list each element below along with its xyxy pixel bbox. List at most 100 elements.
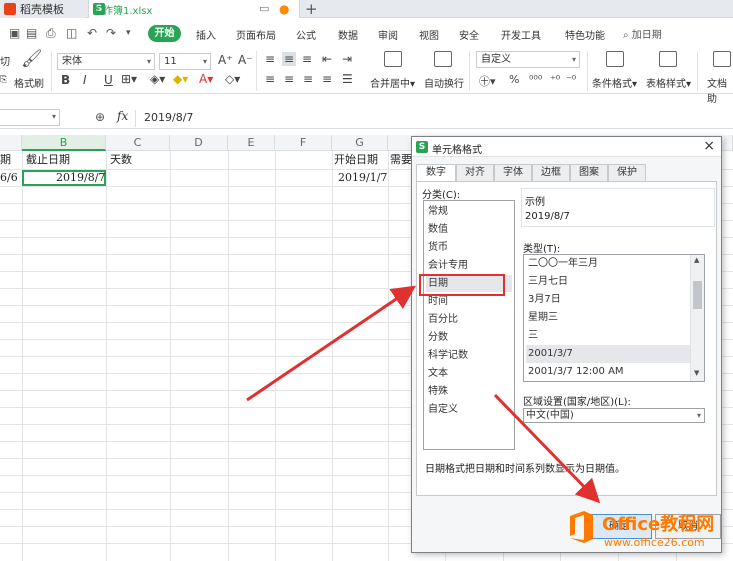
table-style-button[interactable]: 表格样式▾: [646, 75, 691, 90]
type-list[interactable]: 二〇〇一年三月 三月七日 3月7日 星期三 三 2001/3/7 2001/3/…: [523, 254, 705, 382]
category-text[interactable]: 文本: [426, 365, 512, 382]
align-left-icon[interactable]: ≡: [265, 72, 275, 86]
copy-icon[interactable]: ⎘: [0, 75, 7, 85]
category-general[interactable]: 常规: [426, 203, 512, 220]
menu-developer[interactable]: 开发工具: [501, 27, 541, 42]
category-list[interactable]: 常规 数值 货币 会计专用 日期 时间 百分比 分数 科学记数 文本 特殊 自定…: [423, 200, 515, 450]
command-search[interactable]: ⌕ 加日期: [623, 26, 662, 41]
cell-b1[interactable]: 截止日期: [26, 152, 70, 168]
scroll-down-icon[interactable]: ▼: [694, 369, 699, 377]
category-accounting[interactable]: 会计专用: [426, 257, 512, 274]
highlight-color-icon[interactable]: ◆▾: [173, 72, 188, 86]
cell-g2[interactable]: 2019/1/7: [338, 170, 387, 186]
underline-button[interactable]: U: [104, 73, 113, 87]
insert-function-button[interactable]: fx: [117, 109, 128, 123]
column-header-b[interactable]: B: [22, 135, 106, 151]
scroll-up-icon[interactable]: ▲: [694, 256, 699, 264]
clear-format-icon[interactable]: ◇▾: [225, 72, 240, 86]
fill-color-icon[interactable]: ◈▾: [150, 72, 165, 86]
menu-formulas[interactable]: 公式: [296, 27, 316, 42]
wrap-text-button[interactable]: 自动换行: [424, 75, 464, 90]
menu-view[interactable]: 视图: [419, 27, 439, 42]
category-scientific[interactable]: 科学记数: [426, 347, 512, 364]
currency-icon[interactable]: ㊉▾: [479, 73, 496, 89]
decimal-decrease-icon[interactable]: ⁻⁰: [566, 73, 576, 86]
number-format-select[interactable]: 自定义 ▾: [476, 51, 580, 68]
type-item[interactable]: 二〇〇一年三月: [526, 255, 690, 273]
font-color-icon[interactable]: A▾: [199, 72, 213, 86]
cell-h1[interactable]: 需要: [390, 152, 412, 168]
menu-review[interactable]: 审阅: [378, 27, 398, 42]
save-icon[interactable]: ▣: [9, 26, 20, 40]
cell-g1[interactable]: 开始日期: [334, 152, 378, 168]
type-item[interactable]: 三: [526, 327, 690, 345]
redo-icon[interactable]: ↷: [106, 26, 116, 40]
tab-protection[interactable]: 保护: [608, 164, 646, 181]
type-list-scrollbar[interactable]: ▲ ▼: [690, 255, 704, 381]
cell-c1[interactable]: 天数: [110, 152, 132, 168]
align-top-icon[interactable]: ≡: [265, 52, 275, 66]
increase-font-icon[interactable]: A⁺: [218, 53, 233, 67]
category-fraction[interactable]: 分数: [426, 329, 512, 346]
conditional-format-button[interactable]: 条件格式▾: [592, 75, 637, 90]
align-right-icon[interactable]: ≡: [303, 72, 313, 86]
export-pdf-icon[interactable]: ▤: [26, 26, 37, 40]
cell-a2[interactable]: 6/6: [0, 170, 18, 186]
column-header-c[interactable]: C: [106, 135, 170, 151]
undo-icon[interactable]: ↶: [87, 26, 97, 40]
type-item-selected[interactable]: 2001/3/7: [526, 345, 690, 363]
tab-workbook[interactable]: S 工作簿1.xlsx ▭ ●: [88, 0, 300, 18]
format-painter-button[interactable]: 格式刷: [14, 75, 44, 90]
menu-features[interactable]: 特色功能: [565, 27, 605, 42]
decrease-font-icon[interactable]: A⁻: [238, 53, 253, 67]
thousands-icon[interactable]: ⁰⁰⁰: [529, 73, 542, 86]
quick-access-dropdown-icon[interactable]: ▾: [126, 28, 131, 38]
column-header-g[interactable]: G: [332, 135, 388, 151]
tab-daoke-templates[interactable]: 稻壳模板: [0, 0, 86, 18]
document-assistant-button[interactable]: 文档助: [707, 75, 733, 105]
font-size-select[interactable]: 11 ▾: [159, 53, 211, 70]
close-icon[interactable]: ×: [703, 138, 715, 154]
column-header-e[interactable]: E: [228, 135, 275, 151]
new-tab-button[interactable]: +: [305, 0, 318, 18]
type-item[interactable]: 三月七日: [526, 273, 690, 291]
distributed-icon[interactable]: ☰: [342, 72, 353, 86]
align-center-icon[interactable]: ≡: [284, 72, 294, 86]
borders-icon[interactable]: ⊞▾: [121, 72, 137, 86]
locale-select[interactable]: 中文(中国) ▾: [523, 408, 705, 423]
menu-data[interactable]: 数据: [338, 27, 358, 42]
scrollbar-thumb[interactable]: [693, 281, 702, 309]
tab-number[interactable]: 数字: [416, 164, 456, 182]
indent-increase-icon[interactable]: ⇥: [342, 52, 352, 66]
tab-pattern[interactable]: 图案: [570, 164, 608, 181]
cut-button[interactable]: 切: [0, 53, 10, 68]
column-header-d[interactable]: D: [170, 135, 228, 151]
monitor-icon[interactable]: ▭: [259, 2, 269, 15]
percent-icon[interactable]: %: [509, 73, 519, 86]
formula-input[interactable]: 2019/8/7: [135, 110, 733, 127]
column-header-a[interactable]: [0, 135, 22, 151]
category-custom[interactable]: 自定义: [426, 401, 512, 418]
print-preview-icon[interactable]: ◫: [66, 26, 77, 40]
align-middle-icon[interactable]: ≡: [282, 52, 297, 66]
menu-insert[interactable]: 插入: [196, 27, 216, 42]
tab-border[interactable]: 边框: [532, 164, 570, 181]
cell-b2[interactable]: 2019/8/7: [56, 170, 105, 186]
decimal-increase-icon[interactable]: ⁺⁰: [550, 73, 560, 86]
tab-alignment[interactable]: 对齐: [456, 164, 494, 181]
merge-center-button[interactable]: 合并居中▾: [370, 75, 415, 90]
column-header-f[interactable]: F: [275, 135, 332, 151]
justify-icon[interactable]: ≡: [322, 72, 332, 86]
align-bottom-icon[interactable]: ≡: [302, 52, 312, 66]
print-icon[interactable]: ⎙: [46, 26, 56, 41]
dialog-titlebar[interactable]: S 单元格格式 ×: [412, 137, 721, 157]
name-box[interactable]: ▾: [0, 109, 60, 126]
category-special[interactable]: 特殊: [426, 383, 512, 400]
type-item[interactable]: 星期三: [526, 309, 690, 327]
font-name-select[interactable]: 宋体 ▾: [57, 53, 155, 70]
menu-start[interactable]: 开始: [148, 25, 181, 42]
italic-button[interactable]: I: [83, 73, 87, 87]
zoom-search-icon[interactable]: ⊕: [95, 110, 105, 124]
indent-decrease-icon[interactable]: ⇤: [322, 52, 332, 66]
category-number[interactable]: 数值: [426, 221, 512, 238]
